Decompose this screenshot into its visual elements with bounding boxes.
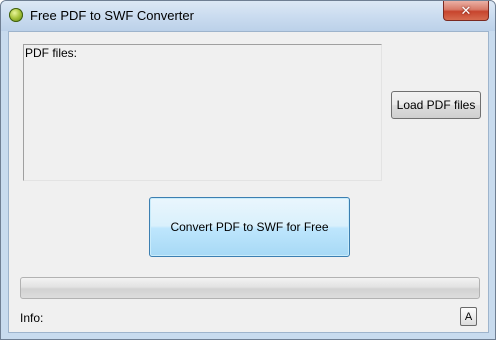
main-panel: PDF files: Load PDF files Convert PDF to… — [8, 31, 489, 333]
window-title: Free PDF to SWF Converter — [30, 8, 194, 23]
app-logo-icon — [9, 8, 23, 22]
close-button[interactable]: ✕ — [443, 1, 489, 21]
progress-bar — [20, 277, 480, 299]
font-button[interactable]: A — [460, 307, 477, 326]
title-bar[interactable]: Free PDF to SWF Converter ✕ — [1, 1, 495, 31]
convert-button[interactable]: Convert PDF to SWF for Free — [149, 197, 350, 257]
pdf-files-label: PDF files: — [25, 46, 78, 60]
app-window: Free PDF to SWF Converter ✕ PDF files: L… — [0, 0, 496, 340]
load-pdf-files-button[interactable]: Load PDF files — [391, 91, 481, 119]
close-icon: ✕ — [460, 3, 472, 18]
info-label: Info: — [20, 311, 44, 325]
pdf-file-list[interactable]: PDF files: — [23, 44, 382, 181]
